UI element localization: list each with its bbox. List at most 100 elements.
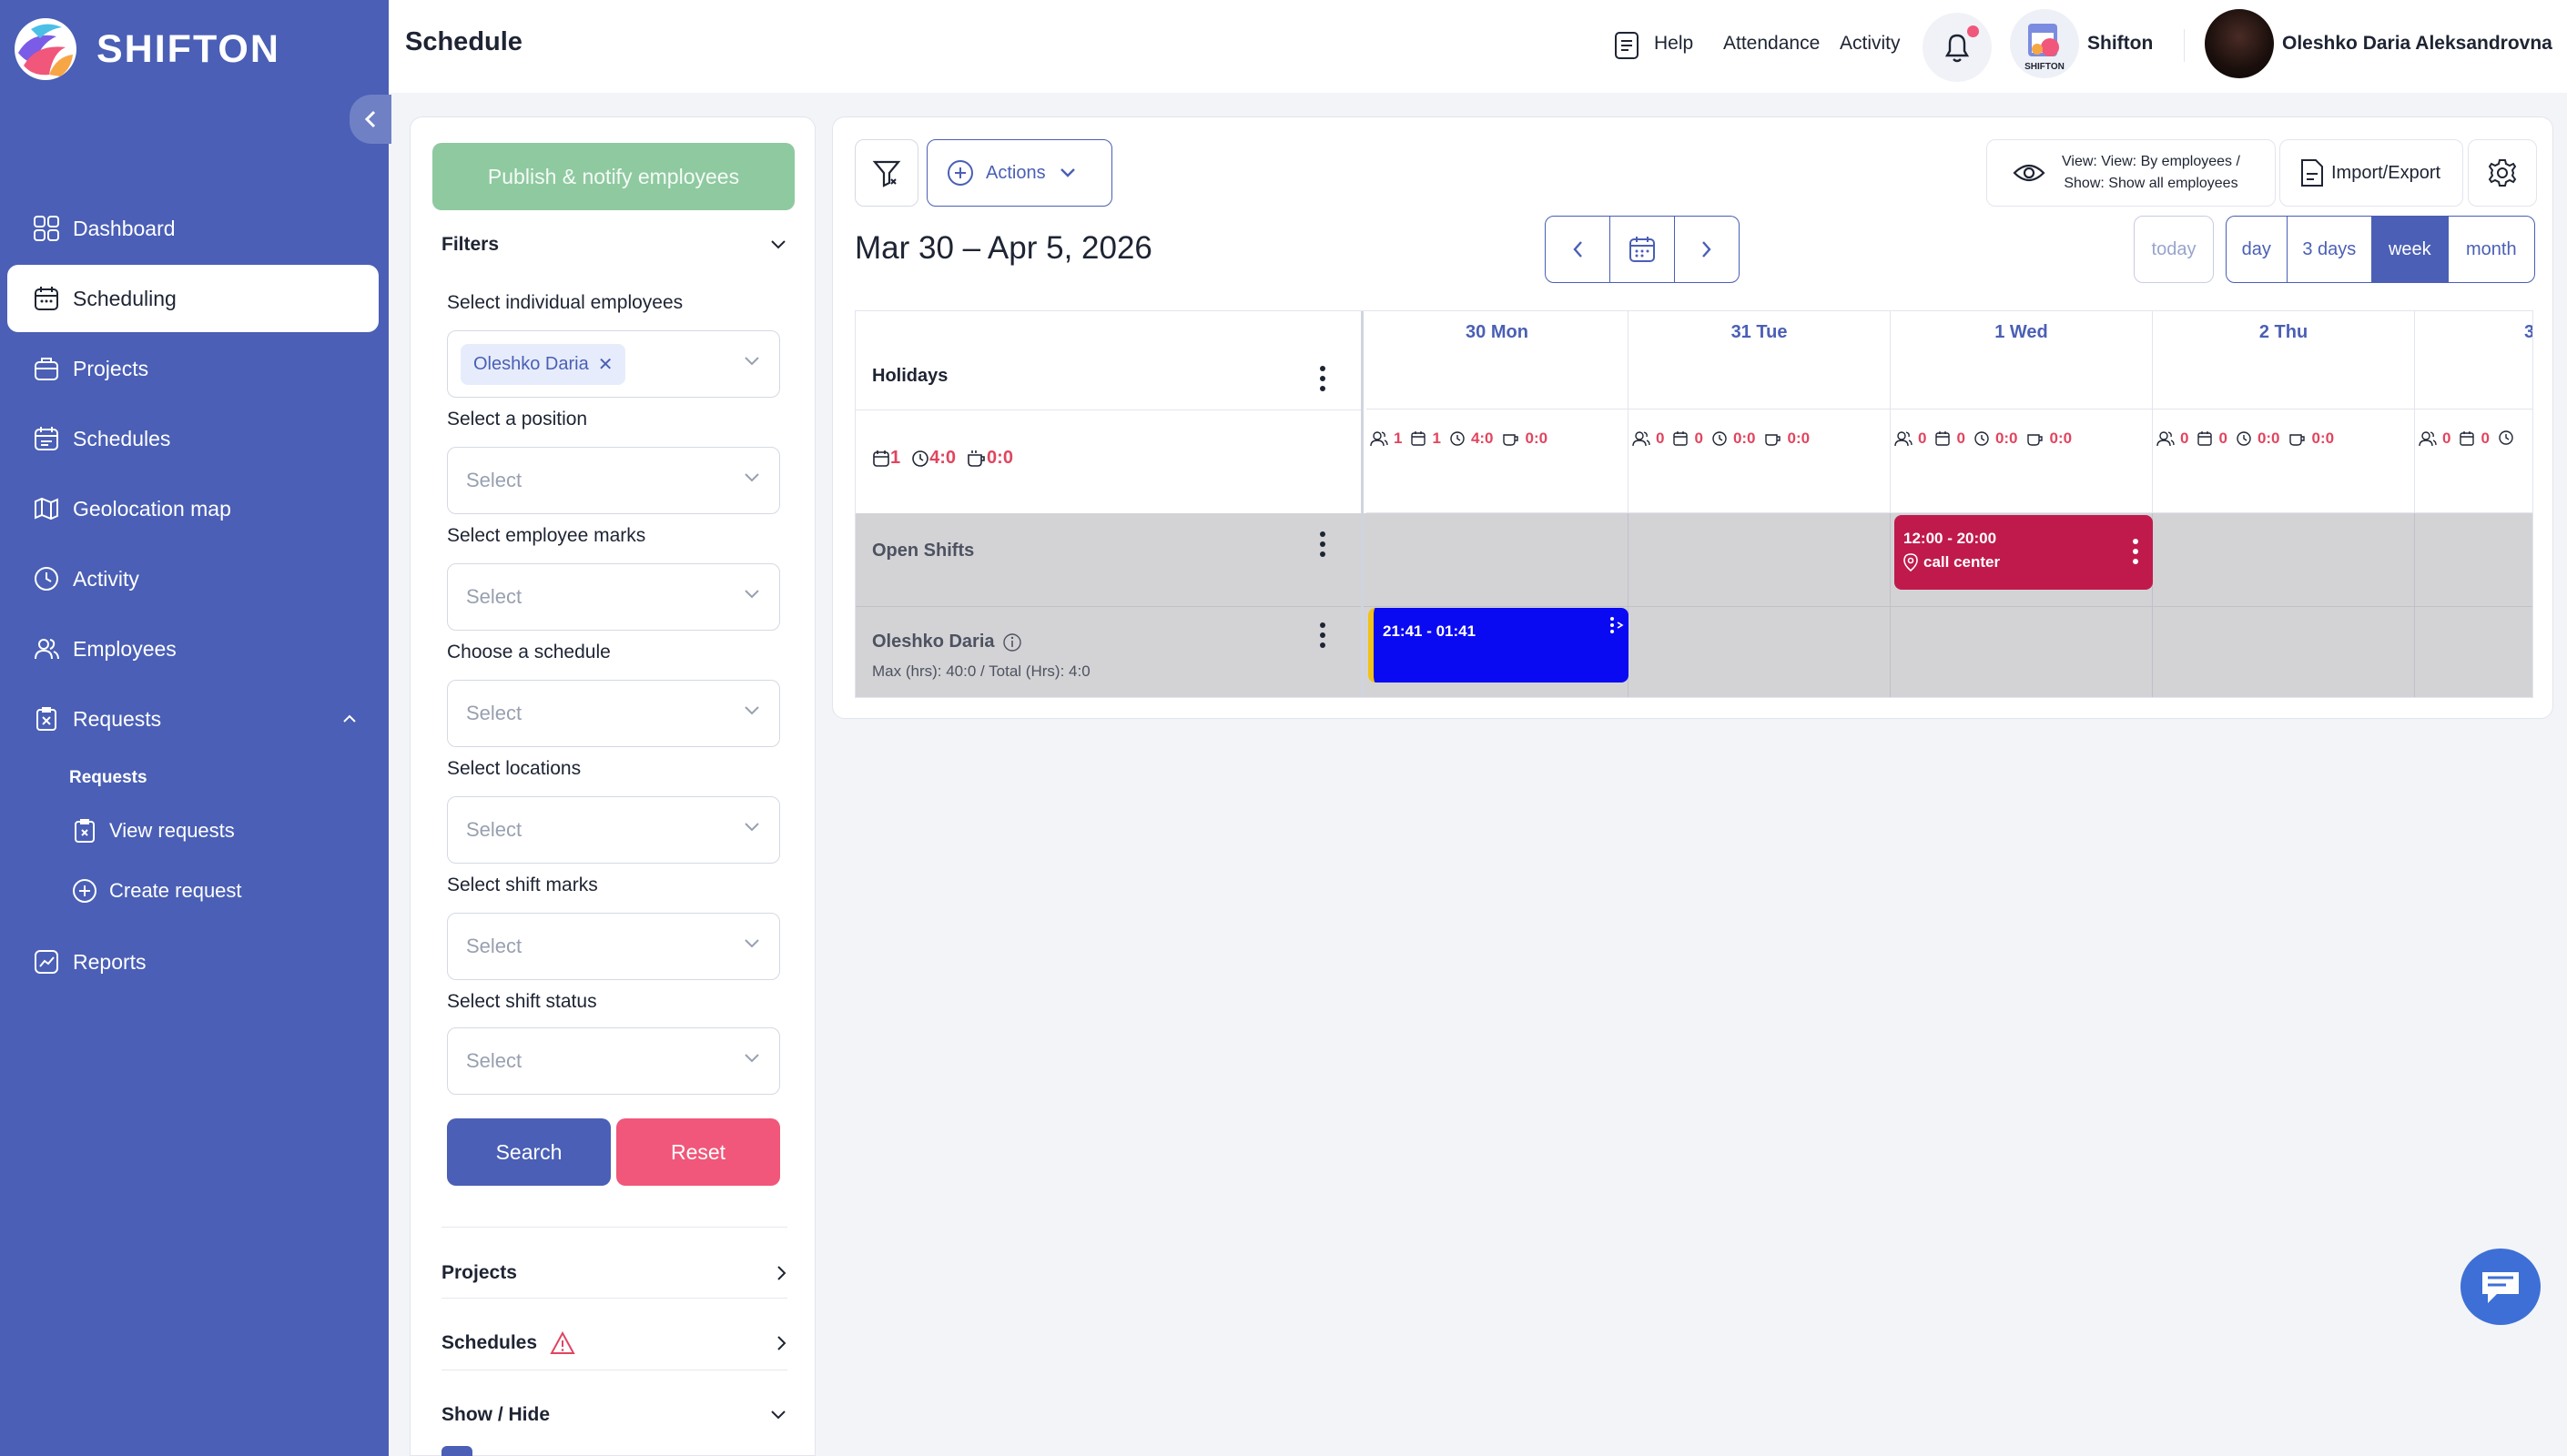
- holidays-menu-icon[interactable]: [1320, 366, 1325, 396]
- open-shift-menu-icon[interactable]: [2133, 539, 2138, 569]
- user-name[interactable]: Oleshko Daria Aleksandrovna: [2282, 33, 2552, 55]
- day-header-tue[interactable]: 31 Tue: [1628, 311, 1891, 410]
- cell-fri[interactable]: [2415, 513, 2532, 697]
- chevron-right-icon: [1702, 241, 1711, 258]
- info-icon[interactable]: [1002, 632, 1022, 652]
- position-select[interactable]: Select: [447, 447, 780, 514]
- range-month-button[interactable]: month: [2447, 217, 2534, 282]
- chevron-left-icon: [1573, 241, 1582, 258]
- projects-section[interactable]: Projects: [441, 1262, 787, 1284]
- sidebar-item-view-requests[interactable]: View requests: [7, 801, 379, 861]
- help-link[interactable]: Help: [1654, 33, 1693, 55]
- employee-shift-card[interactable]: 21:41 - 01:41: [1368, 608, 1628, 682]
- logo[interactable]: SHIFTON: [13, 16, 280, 82]
- sidebar-item-activity[interactable]: Activity: [7, 545, 379, 612]
- sidebar-item-create-request[interactable]: Create request: [7, 861, 379, 921]
- staff-count: 0: [2156, 430, 2188, 448]
- chat-support-button[interactable]: [2460, 1249, 2541, 1325]
- sidebar-item-requests[interactable]: Requests: [7, 685, 379, 753]
- filters-header[interactable]: Filters: [441, 234, 787, 256]
- shift-count: 1: [1410, 430, 1441, 448]
- sidebar-item-label: Activity: [73, 566, 139, 591]
- sidebar-item-geolocation[interactable]: Geolocation map: [7, 475, 379, 542]
- day-stats-thu: 0 0 0:0 0:0: [2153, 410, 2415, 513]
- range-3days-button[interactable]: 3 days: [2286, 217, 2371, 282]
- activity-link[interactable]: Activity: [1840, 33, 1901, 55]
- shift-count: 0: [2459, 430, 2490, 448]
- position-label: Select a position: [447, 409, 588, 430]
- open-shifts-label: Open Shifts: [872, 541, 975, 561]
- cell-tue[interactable]: [1628, 513, 1891, 697]
- reset-button[interactable]: Reset: [616, 1118, 780, 1186]
- view-mode-line2: Show: Show all employees: [2064, 176, 2238, 191]
- attendance-link[interactable]: Attendance: [1723, 33, 1820, 55]
- calendar-panel: Actions View: View: By employees / Show:…: [832, 116, 2553, 719]
- sidebar-nav: Dashboard Scheduling Projects Schedules …: [7, 195, 379, 998]
- breaks-value: 0:0: [1525, 430, 1548, 447]
- collapse-sidebar-button[interactable]: [350, 95, 391, 144]
- next-week-button[interactable]: [1674, 217, 1739, 282]
- cell-thu[interactable]: [2153, 513, 2415, 697]
- requests-section-label: Requests: [69, 768, 147, 787]
- breaks-count: 0:0: [1502, 430, 1548, 448]
- day-header-mon[interactable]: 30 Mon: [1366, 311, 1628, 410]
- shift-options-icon[interactable]: [1608, 615, 1627, 635]
- day-header-fri[interactable]: 3: [2415, 311, 2532, 410]
- schedules-section[interactable]: Schedules: [441, 1331, 787, 1355]
- employee-marks-select[interactable]: Select: [447, 563, 780, 631]
- range-week-button[interactable]: week: [2371, 217, 2448, 282]
- show-hide-section[interactable]: Show / Hide: [441, 1404, 787, 1426]
- locations-select[interactable]: Select: [447, 796, 780, 864]
- employee-name[interactable]: Oleshko Daria: [872, 632, 995, 652]
- range-day-button[interactable]: day: [2227, 217, 2287, 282]
- day-header-wed[interactable]: 1 Wed: [1891, 311, 2153, 410]
- day-stats-fri: 0 0: [2415, 410, 2532, 513]
- employees-select[interactable]: Oleshko Daria ✕: [447, 330, 780, 398]
- sidebar-item-schedules[interactable]: Schedules: [7, 405, 379, 472]
- help-doc-icon[interactable]: [1614, 31, 1639, 60]
- schedule-select[interactable]: Select: [447, 680, 780, 747]
- employee-chip-label: Oleshko Daria: [473, 353, 589, 374]
- remove-chip-icon[interactable]: ✕: [598, 353, 614, 376]
- sidebar-item-label: Scheduling: [73, 286, 177, 310]
- open-shift-card[interactable]: 12:00 - 20:00 call center: [1894, 515, 2153, 590]
- staff-count: 1: [1370, 430, 1402, 448]
- actions-dropdown[interactable]: Actions: [927, 139, 1112, 207]
- chevron-right-icon: [777, 1336, 786, 1350]
- filter-toggle-button[interactable]: [855, 139, 918, 207]
- import-export-button[interactable]: Import/Export: [2279, 139, 2463, 207]
- company-logo[interactable]: SHIFTON: [2010, 9, 2079, 78]
- prev-week-button[interactable]: [1546, 217, 1609, 282]
- clock-icon: [912, 450, 928, 467]
- open-shifts-menu-icon[interactable]: [1320, 531, 1325, 561]
- day-header-thu[interactable]: 2 Thu: [2153, 311, 2415, 410]
- coffee-icon: [2026, 434, 2043, 446]
- breaks-count: 0:0: [1764, 430, 1810, 448]
- staff-count: 0: [1894, 430, 1926, 448]
- notifications-button[interactable]: [1923, 13, 1992, 82]
- sidebar-item-dashboard[interactable]: Dashboard: [7, 195, 379, 262]
- company-logo-text: SHIFTON: [2024, 62, 2065, 71]
- sidebar-item-reports[interactable]: Reports: [7, 928, 379, 996]
- search-button[interactable]: Search: [447, 1118, 611, 1186]
- publish-notify-button[interactable]: Publish & notify employees: [432, 143, 795, 210]
- sidebar-item-employees[interactable]: Employees: [7, 615, 379, 682]
- summary-stats: 1 4:0 0:0: [872, 448, 1013, 469]
- settings-button[interactable]: [2468, 139, 2537, 207]
- sidebar-item-projects[interactable]: Projects: [7, 335, 379, 402]
- today-button[interactable]: today: [2134, 216, 2214, 283]
- calendar-icon: [2460, 431, 2475, 446]
- shift-count: 0: [2197, 430, 2227, 448]
- show-hide-checkbox[interactable]: [441, 1446, 472, 1456]
- locations-placeholder: Select: [466, 818, 523, 841]
- sidebar-item-scheduling[interactable]: Scheduling: [7, 265, 379, 332]
- employee-menu-icon[interactable]: [1320, 622, 1325, 652]
- shift-marks-select[interactable]: Select: [447, 913, 780, 980]
- shift-status-select[interactable]: Select: [447, 1027, 780, 1095]
- company-name[interactable]: Shifton: [2087, 33, 2153, 55]
- bell-icon: [1944, 34, 1970, 63]
- date-picker-button[interactable]: [1609, 217, 1674, 282]
- view-mode-button[interactable]: View: View: By employees / Show: Show al…: [1986, 139, 2276, 207]
- people-value: 0: [1656, 430, 1665, 447]
- user-avatar[interactable]: [2205, 9, 2274, 78]
